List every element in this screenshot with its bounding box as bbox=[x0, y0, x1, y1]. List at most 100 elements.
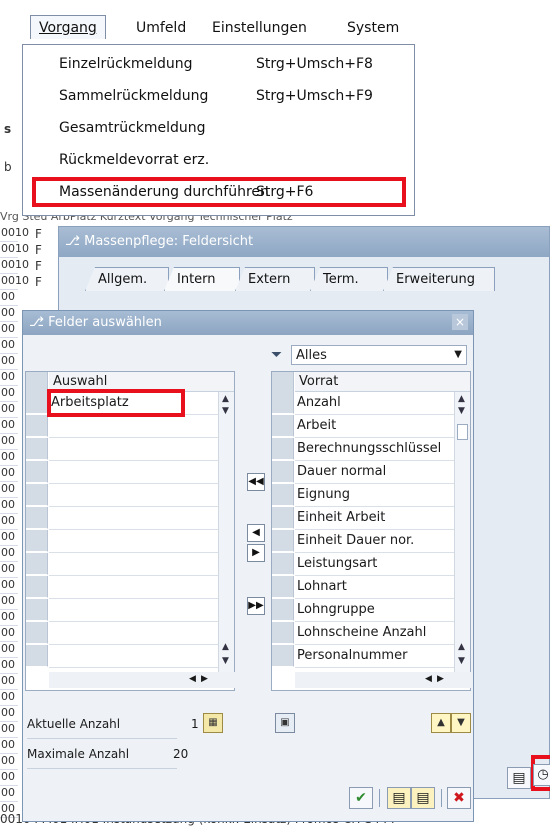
table-row[interactable]: 00 bbox=[0, 690, 18, 706]
scroll-down-icon[interactable]: ▼ bbox=[458, 656, 465, 666]
table-row[interactable]: 00 bbox=[0, 610, 18, 626]
row-selector[interactable] bbox=[272, 553, 294, 575]
menu-item-sammelrueckmeldung[interactable]: Sammelrückmeldung bbox=[59, 88, 208, 104]
list-item[interactable]: Dauer normal bbox=[295, 461, 470, 484]
row-selector[interactable] bbox=[272, 622, 294, 644]
table-row[interactable]: 00 bbox=[0, 626, 18, 642]
layout-button[interactable]: ▤ bbox=[387, 787, 411, 809]
row-selector[interactable] bbox=[26, 553, 48, 575]
list-item[interactable] bbox=[49, 461, 234, 484]
list-item[interactable] bbox=[49, 438, 234, 461]
list-item[interactable] bbox=[49, 484, 234, 507]
row-selector[interactable] bbox=[272, 461, 294, 483]
horizontal-scrollbar[interactable]: ◀ ▶ bbox=[295, 672, 471, 688]
count-details-button[interactable]: ▦ bbox=[203, 713, 223, 733]
table-row[interactable]: 00 bbox=[0, 338, 18, 354]
list-item[interactable] bbox=[49, 622, 234, 645]
table-layout-button[interactable]: ▤ bbox=[507, 767, 531, 789]
list-item[interactable] bbox=[49, 507, 234, 530]
table-row[interactable]: 00 bbox=[0, 530, 18, 546]
filter-icon[interactable]: ⏷ bbox=[271, 347, 282, 363]
table-row[interactable]: 00 bbox=[0, 434, 18, 450]
row-selector[interactable] bbox=[272, 372, 294, 394]
row-selector[interactable] bbox=[26, 530, 48, 552]
move-all-left-button[interactable]: ◀◀ bbox=[247, 473, 265, 491]
table-row[interactable]: 00 bbox=[0, 482, 18, 498]
row-selector[interactable] bbox=[272, 507, 294, 529]
list-item[interactable] bbox=[49, 645, 234, 668]
tab-term[interactable]: Term. bbox=[310, 267, 388, 291]
table-row[interactable]: 00 bbox=[0, 450, 18, 466]
row-selector[interactable] bbox=[26, 645, 48, 667]
table-row[interactable]: 00 bbox=[0, 306, 18, 322]
row-selector[interactable] bbox=[26, 372, 48, 394]
list-item[interactable]: Eignung bbox=[295, 484, 470, 507]
table-row[interactable]: 00 bbox=[0, 594, 18, 610]
table-row[interactable]: 00 bbox=[0, 514, 18, 530]
row-selector[interactable] bbox=[272, 599, 294, 621]
menu-umfeld[interactable]: Umfeld bbox=[136, 20, 186, 36]
row-selector[interactable] bbox=[272, 645, 294, 667]
table-row[interactable]: 00 bbox=[0, 642, 18, 658]
move-all-right-button[interactable]: ▶▶ bbox=[247, 597, 265, 615]
cancel-x-button[interactable]: ✖ bbox=[447, 787, 471, 809]
table-row[interactable]: 00 bbox=[0, 754, 18, 770]
table-row[interactable]: 0010 bbox=[0, 258, 29, 274]
sort-down-button[interactable]: ▼ bbox=[451, 713, 471, 733]
row-selector[interactable] bbox=[272, 576, 294, 598]
table-row[interactable]: 00 bbox=[0, 466, 18, 482]
table-row[interactable]: 00 bbox=[0, 770, 18, 786]
tab-extern[interactable]: Extern bbox=[235, 267, 315, 291]
list-item[interactable] bbox=[49, 415, 234, 438]
execute-clock-button[interactable]: ◷ bbox=[533, 764, 550, 786]
table-row[interactable]: 00 bbox=[0, 674, 18, 690]
row-selector[interactable] bbox=[26, 599, 48, 621]
table-row[interactable]: 00 bbox=[0, 562, 18, 578]
table-row[interactable]: 00 bbox=[0, 658, 18, 674]
scroll-left-icon[interactable]: ◀ bbox=[189, 674, 196, 684]
list-item[interactable]: Leistungsart bbox=[295, 553, 470, 576]
list-item[interactable]: Arbeit bbox=[295, 415, 470, 438]
vertical-scrollbar[interactable]: ▲ ▼ ▲ ▼ bbox=[454, 392, 470, 672]
list-item[interactable]: Lohnscheine Anzahl bbox=[295, 622, 470, 645]
table-row[interactable]: 00 bbox=[0, 322, 18, 338]
list-item[interactable] bbox=[49, 553, 234, 576]
table-row[interactable]: 00 bbox=[0, 722, 18, 738]
tab-allgem[interactable]: Allgem. bbox=[85, 267, 169, 291]
row-selector[interactable] bbox=[26, 576, 48, 598]
row-selector[interactable] bbox=[26, 622, 48, 644]
move-right-button[interactable]: ▶ bbox=[247, 544, 265, 562]
sort-up-button[interactable]: ▲ bbox=[431, 713, 451, 733]
scroll-up-icon[interactable]: ▲ bbox=[458, 394, 465, 404]
table-row[interactable]: 00 bbox=[0, 418, 18, 434]
menu-item-rueckmeldevorrat[interactable]: Rückmeldevorrat erz. bbox=[59, 152, 209, 168]
row-selector[interactable] bbox=[26, 415, 48, 437]
layout-alt-button[interactable]: ▤ bbox=[411, 787, 435, 809]
menu-einstellungen[interactable]: Einstellungen bbox=[212, 20, 307, 36]
table-row[interactable]: 00 bbox=[0, 706, 18, 722]
table-row[interactable]: 0010 bbox=[0, 274, 29, 290]
scroll-up-icon[interactable]: ▲ bbox=[458, 642, 465, 652]
filter-dropdown[interactable]: Alles ▼ bbox=[291, 345, 467, 365]
move-left-button[interactable]: ◀ bbox=[247, 524, 265, 542]
scroll-up-icon[interactable]: ▲ bbox=[222, 394, 229, 404]
list-item[interactable]: Lohnart bbox=[295, 576, 470, 599]
scroll-down-icon[interactable]: ▼ bbox=[222, 656, 229, 666]
scroll-up-icon[interactable]: ▲ bbox=[222, 642, 229, 652]
row-selector[interactable] bbox=[26, 438, 48, 460]
tab-intern[interactable]: Intern bbox=[164, 267, 240, 291]
scroll-left-icon[interactable]: ◀ bbox=[425, 674, 432, 684]
row-selector[interactable] bbox=[26, 461, 48, 483]
table-row[interactable]: 00 bbox=[0, 402, 18, 418]
close-icon[interactable]: × bbox=[452, 314, 468, 330]
list-item[interactable] bbox=[49, 599, 234, 622]
list-item[interactable] bbox=[49, 576, 234, 599]
table-row[interactable]: 00 bbox=[0, 290, 18, 306]
row-selector[interactable] bbox=[26, 392, 48, 414]
list-item[interactable]: Einheit Arbeit bbox=[295, 507, 470, 530]
horizontal-scrollbar[interactable]: ◀ ▶ bbox=[49, 672, 235, 688]
table-row[interactable]: 00 bbox=[0, 546, 18, 562]
table-row[interactable]: 00 bbox=[0, 738, 18, 754]
list-item[interactable]: Personalnummer bbox=[295, 645, 470, 668]
table-row[interactable]: 0010 bbox=[0, 242, 29, 258]
